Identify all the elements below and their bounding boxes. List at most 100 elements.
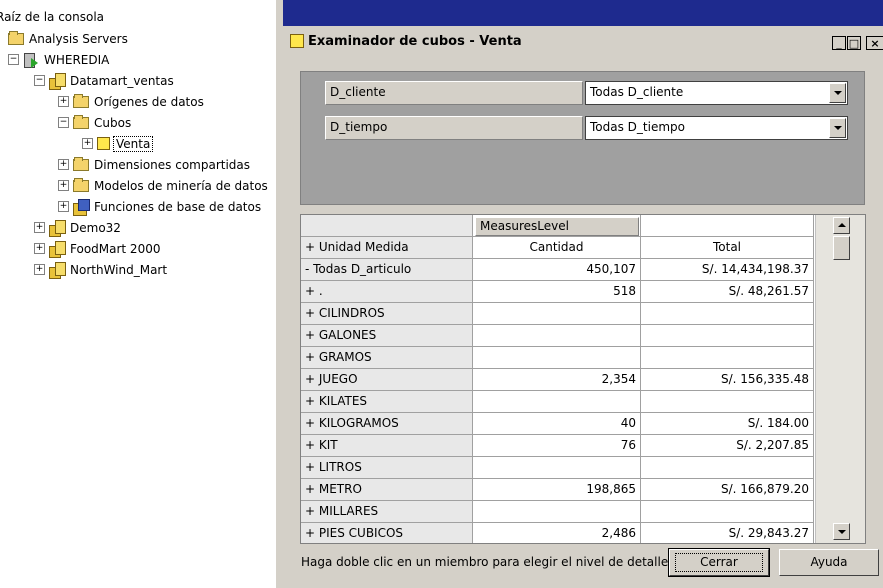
cell-cantidad [473,347,641,369]
hint-text: Haga doble clic en un miembro para elegi… [301,555,673,569]
cell-total: S/. 48,261.57 [641,281,814,303]
folder-icon [73,93,89,108]
close-button[interactable]: Cerrar [668,548,770,577]
filter-dropdown[interactable]: Todas D_cliente [585,81,848,105]
cell-cantidad: 450,107 [473,259,641,281]
cell-cantidad: 40 [473,413,641,435]
folder-icon [8,30,24,45]
scroll-up-icon[interactable] [833,217,850,234]
filter-value: Todas D_cliente [590,85,684,99]
tree-item-datamart-ventas[interactable]: − Datamart_ventas [34,70,176,91]
row-member[interactable]: + LITROS [301,457,473,479]
database-icon [49,72,66,90]
dialog-title-bar[interactable]: Examinador de cubos - Venta [283,26,883,56]
column-header[interactable]: Cantidad [473,237,641,259]
tree-item-foodmart[interactable]: + FoodMart 2000 [34,238,162,259]
filter-dropdown[interactable]: Todas D_tiempo [585,116,848,140]
filter-dimension-label[interactable]: D_cliente [325,81,583,105]
collapse-icon[interactable]: − [34,75,45,86]
cell-total [641,457,814,479]
cell-cantidad: 198,865 [473,479,641,501]
tree-item-label: Datamart_ventas [70,73,174,88]
expand-icon[interactable]: + [58,201,69,212]
vertical-scrollbar[interactable] [815,215,865,543]
close-window-button[interactable]: × [866,36,883,50]
cell-total: S/. 2,207.85 [641,435,814,457]
tree-item-funciones[interactable]: + Funciones de base de datos [58,196,263,217]
column-header[interactable]: Total [641,237,814,259]
database-icon [49,219,66,237]
filter-dimension-label[interactable]: D_tiempo [325,116,583,140]
row-member[interactable]: + CILINDROS [301,303,473,325]
row-member[interactable]: + . [301,281,473,303]
tree-item-label: Funciones de base de datos [94,199,262,214]
tree-root-label: Raíz de la consola [0,9,105,24]
row-member[interactable]: + KILATES [301,391,473,413]
cell-cantidad: 2,354 [473,369,641,391]
pane-splitter[interactable] [276,0,283,588]
grid-corner [301,215,473,237]
row-member[interactable]: + KILOGRAMOS [301,413,473,435]
cell-total [641,347,814,369]
expand-icon[interactable]: + [58,96,69,107]
expand-icon[interactable]: + [34,222,45,233]
cube-browser-dialog: Examinador de cubos - Venta _ □ × D_clie… [283,0,883,588]
dialog-title: Examinador de cubos - Venta [308,33,522,49]
tree-item-dimensiones[interactable]: + Dimensiones compartidas [58,154,252,175]
tree-item-northwind[interactable]: + NorthWind_Mart [34,259,169,280]
functions-icon [73,198,90,216]
minimize-button[interactable]: _ [832,36,846,50]
expand-icon[interactable]: + [82,138,93,149]
help-button[interactable]: Ayuda [779,549,879,576]
filter-value: Todas D_tiempo [590,120,685,134]
expand-icon[interactable]: + [34,264,45,275]
tree-item-venta[interactable]: + Venta [82,133,154,154]
collapse-icon[interactable]: − [8,54,19,65]
cell-cantidad: 2,486 [473,523,641,543]
cell-total [641,303,814,325]
measures-level-header[interactable]: MeasuresLevel [475,217,639,236]
cell-cantidad [473,457,641,479]
scroll-down-icon[interactable] [833,523,850,540]
cell-total: S/. 14,434,198.37 [641,259,814,281]
cube-data-grid: MeasuresLevel + Unidad Medida Cantidad T… [300,214,866,544]
row-member[interactable]: + MILLARES [301,501,473,523]
tree-item-cubos[interactable]: − Cubos [58,112,133,133]
expand-icon[interactable]: + [34,243,45,254]
tree-item-demo32[interactable]: + Demo32 [34,217,123,238]
row-member[interactable]: + JUEGO [301,369,473,391]
grid-col-area [641,215,814,237]
chevron-down-icon[interactable] [829,83,846,103]
collapse-icon[interactable]: − [58,117,69,128]
row-member[interactable]: + KIT [301,435,473,457]
row-member[interactable]: - Todas D_articulo [301,259,473,281]
row-dimension-header[interactable]: + Unidad Medida [301,237,473,259]
maximize-button[interactable]: □ [847,36,861,50]
folder-icon [73,177,89,192]
chevron-down-icon[interactable] [829,118,846,138]
folder-icon [73,114,89,129]
cell-cantidad: 518 [473,281,641,303]
tree-root[interactable]: Raíz de la consola [0,6,104,27]
cell-cantidad [473,303,641,325]
cell-total [641,325,814,347]
tree-item-label: Venta [113,135,154,152]
expand-icon[interactable]: + [58,180,69,191]
tree-item-origenes[interactable]: + Orígenes de datos [58,91,206,112]
tree-item-label: Demo32 [70,220,121,235]
row-member[interactable]: + METRO [301,479,473,501]
scroll-thumb[interactable] [833,236,850,260]
tree-item-label: FoodMart 2000 [70,241,161,256]
tree-item-label: Modelos de minería de datos [94,178,268,193]
row-member[interactable]: + GALONES [301,325,473,347]
tree-item-analysis-servers[interactable]: Analysis Servers [8,28,130,49]
server-icon [23,52,39,68]
tree-item-modelos[interactable]: + Modelos de minería de datos [58,175,270,196]
row-member[interactable]: + GRAMOS [301,347,473,369]
row-member[interactable]: + PIES CUBICOS [301,523,473,543]
tree-item-label: NorthWind_Mart [70,262,168,277]
tree-item-label: WHEREDIA [44,52,110,67]
tree-item-label: Dimensiones compartidas [94,157,251,172]
expand-icon[interactable]: + [58,159,69,170]
tree-item-wheredia[interactable]: − WHEREDIA [8,49,111,70]
